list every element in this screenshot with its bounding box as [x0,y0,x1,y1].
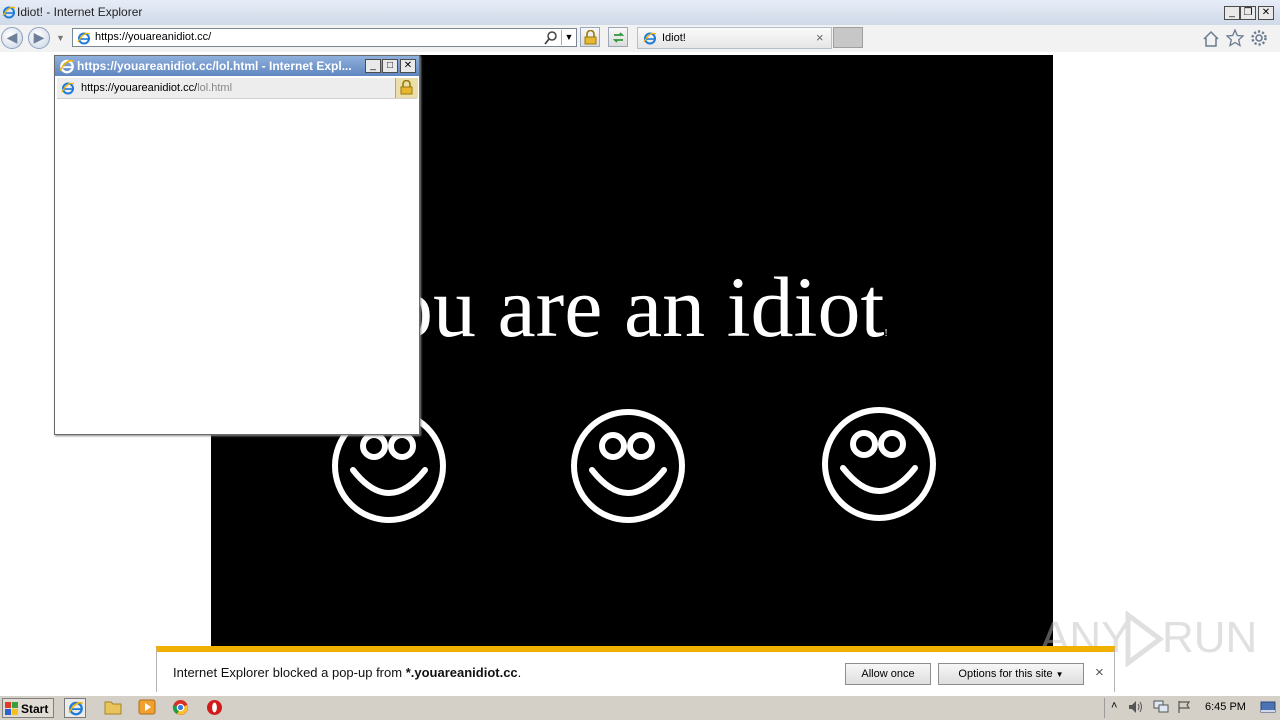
taskbar-ie-button[interactable] [64,698,86,718]
taskbar: Start ˄ 6:45 PM [0,695,1280,720]
start-label: Start [21,702,49,716]
restore-button[interactable]: ❐ [1240,6,1256,20]
popup-titlebar[interactable]: https://youareanidiot.cc/lol.html - Inte… [55,56,419,76]
favorites-star-icon[interactable] [1226,29,1244,47]
smiley-face-icon [822,407,936,521]
play-logo-icon [1125,611,1164,667]
minimize-button[interactable]: _ [1224,6,1240,20]
headline-text: ou are an idiot! [390,259,888,355]
address-dropdown-icon[interactable]: ▼ [561,30,576,45]
window-titlebar: Idiot! - Internet Explorer _ ❐ ✕ [0,0,1280,26]
windows-logo-icon [5,702,18,715]
popup-security-lock[interactable] [395,78,418,98]
back-button[interactable]: ◀ [1,27,23,49]
volume-icon[interactable] [1128,700,1144,714]
ie-page-icon [77,32,91,45]
ie-logo-icon [59,59,75,74]
ie-logo-icon [2,6,16,19]
popup-maximize-button[interactable]: □ [382,59,398,73]
ie-logo-icon [68,701,84,716]
popup-title: https://youareanidiot.cc/lol.html - Inte… [77,59,352,73]
security-lock-button[interactable] [580,27,600,47]
media-player-icon[interactable] [138,699,156,715]
address-bar[interactable]: https://youareanidiot.cc/ ▼ [72,28,577,47]
allow-once-button[interactable]: Allow once [845,663,931,685]
popup-address-url: https://youareanidiot.cc/lol.html [81,82,233,94]
headline-trailing-mark: ! [884,328,888,339]
forward-button[interactable]: ▶ [28,27,50,49]
lock-icon [584,30,597,45]
recent-pages-dropdown-icon[interactable]: ▼ [56,33,65,43]
ie-page-icon [61,82,75,95]
action-center-flag-icon[interactable] [1177,700,1191,714]
popup-window[interactable]: https://youareanidiot.cc/lol.html - Inte… [54,55,420,435]
start-button[interactable]: Start [2,698,54,718]
notification-message: Internet Explorer blocked a pop-up from … [173,665,522,680]
ie-page-icon [643,32,657,45]
address-url[interactable]: https://youareanidiot.cc/ [95,31,211,43]
tab-label: Idiot! [662,32,686,44]
popup-blocked-notification: Internet Explorer blocked a pop-up from … [156,646,1115,692]
folder-icon[interactable] [104,699,122,715]
popup-close-button[interactable]: ✕ [400,59,416,73]
tray-expand-icon[interactable]: ˄ [1111,700,1117,712]
lock-icon [400,80,413,95]
search-icon[interactable] [543,30,559,46]
gear-icon[interactable] [1250,29,1268,47]
popup-minimize-button[interactable]: _ [365,59,381,73]
popup-address-bar[interactable]: https://youareanidiot.cc/lol.html [57,78,418,99]
home-icon[interactable] [1202,30,1220,48]
network-icon[interactable] [1153,700,1169,714]
notification-close-icon[interactable]: × [1095,664,1104,681]
new-tab-button[interactable] [833,27,863,48]
smiley-face-icon [571,409,685,523]
options-for-site-button[interactable]: Options for this site ▼ [938,663,1084,685]
clock: 6:45 PM [1205,701,1246,713]
opera-icon[interactable] [206,699,223,716]
tab-idiot[interactable]: Idiot! × [637,27,832,49]
refresh-icon [612,32,625,43]
show-desktop-icon[interactable] [1260,700,1276,714]
refresh-button[interactable] [608,27,628,47]
watermark-right: RUN [1162,613,1258,662]
close-button[interactable]: ✕ [1258,6,1274,20]
chrome-icon[interactable] [172,699,189,716]
tab-close-icon[interactable]: × [816,30,824,45]
window-title: Idiot! - Internet Explorer [17,5,143,19]
